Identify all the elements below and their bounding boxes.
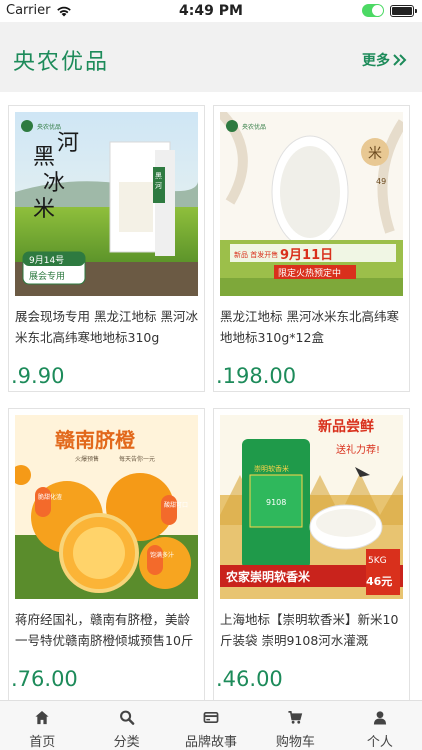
status-time: 4:49 PM (179, 3, 243, 19)
svg-text:脆甜化渣: 脆甜化渣 (38, 493, 62, 501)
product-price: .76.00 (11, 667, 78, 691)
svg-text:崇明软香米: 崇明软香米 (254, 464, 289, 473)
svg-text:49: 49 (376, 177, 386, 186)
card-icon (203, 711, 219, 724)
tab-home[interactable]: 首页 (0, 701, 84, 750)
svg-text:河: 河 (57, 131, 79, 156)
svg-text:冰: 冰 (43, 171, 65, 196)
svg-text:赣南脐橙: 赣南脐橙 (55, 428, 136, 452)
more-label: 更多 (362, 53, 390, 69)
svg-text:火爆预售: 火爆预售 (75, 455, 99, 463)
status-bar: Carrier 4:49 PM (0, 0, 422, 22)
tab-label: 首页 (29, 735, 56, 750)
svg-text:黑: 黑 (155, 172, 162, 180)
product-image-rice-bag: 新品尝鲜 送礼力荐! 崇明软香米 9108 农家崇明软香米 5KG 46元 (220, 415, 403, 599)
tab-brand-story[interactable]: 品牌故事 (169, 701, 253, 750)
tab-label: 购物车 (275, 735, 315, 750)
svg-text:每天告你一元: 每天告你一元 (119, 455, 155, 463)
product-image: 新品尝鲜 送礼力荐! 崇明软香米 9108 农家崇明软香米 5KG 46元 (220, 415, 403, 599)
svg-text:9108: 9108 (266, 498, 286, 507)
product-name: 上海地标【崇明软香米】新米10斤装袋 崇明9108河水灌溉 (220, 612, 399, 648)
product-price: .9.90 (11, 364, 65, 388)
svg-text:送礼力荐!: 送礼力荐! (336, 443, 380, 456)
svg-text:46元: 46元 (366, 575, 392, 588)
search-icon (119, 710, 134, 725)
svg-text:央农优品: 央农优品 (242, 123, 266, 131)
product-image-oranges: 赣南脐橙 火爆预售 每天告你一元 脆甜化渣 酸甜可口 饱满多汁 (15, 415, 198, 599)
product-price: .198.00 (216, 364, 297, 388)
tab-label: 个人 (366, 735, 393, 750)
tab-cart[interactable]: 购物车 (253, 701, 337, 750)
product-price: .46.00 (216, 667, 283, 691)
more-link[interactable]: 更多 (362, 50, 408, 70)
product-image-rice-bowl: 米 49 央农优品 新品 首发开售 9月11日 限定火热预定中 (220, 112, 403, 296)
svg-text:农家崇明软香米: 农家崇明软香米 (225, 569, 311, 584)
status-right (362, 4, 417, 17)
svg-text:新品尝鲜: 新品尝鲜 (318, 418, 374, 435)
product-image: 米 49 央农优品 新品 首发开售 9月11日 限定火热预定中 (220, 112, 403, 296)
svg-text:展会专用: 展会专用 (29, 270, 65, 282)
product-name: 展会现场专用 黑龙江地标 黑河冰米东北高纬寒地地标310g (15, 309, 198, 345)
svg-text:饱满多汁: 饱满多汁 (150, 551, 174, 559)
svg-text:9月11日: 9月11日 (280, 248, 333, 263)
tab-profile[interactable]: 个人 (338, 701, 422, 750)
product-card[interactable]: 米 49 央农优品 新品 首发开售 9月11日 限定火热预定中 黑龙江地标 黑河… (213, 105, 410, 392)
svg-text:5KG: 5KG (368, 556, 387, 566)
product-card[interactable]: 新品尝鲜 送礼力荐! 崇明软香米 9108 农家崇明软香米 5KG 46元 上海… (213, 408, 410, 700)
svg-text:米: 米 (368, 146, 382, 162)
user-icon (373, 711, 386, 725)
tab-label: 品牌故事 (185, 735, 238, 750)
tab-category[interactable]: 分类 (84, 701, 168, 750)
product-name: 黑龙江地标 黑河冰米东北高纬寒地地标310g*12盒 (220, 309, 399, 345)
svg-text:新品 首发开售: 新品 首发开售 (234, 250, 278, 259)
product-image: 赣南脐橙 火爆预售 每天告你一元 脆甜化渣 酸甜可口 饱满多汁 (15, 415, 198, 599)
svg-text:米: 米 (33, 197, 55, 222)
battery-icon (390, 4, 417, 17)
product-name: 蒋府经国礼，赣南有脐橙，美龄一号特优赣南脐橙倾城预售10斤装 (15, 612, 194, 648)
product-card[interactable]: 赣南脐橙 火爆预售 每天告你一元 脆甜化渣 酸甜可口 饱满多汁 蒋府经国礼，赣南… (8, 408, 205, 700)
section-header: 央农优品 更多 (0, 22, 422, 92)
svg-text:限定火热预定中: 限定火热预定中 (278, 267, 341, 279)
svg-text:9月14号: 9月14号 (29, 255, 64, 266)
svg-text:黑: 黑 (33, 145, 55, 170)
product-image-rice-field: 央农优品 黑 河 冰 米 黑 河 9月14号 展会专用 (15, 112, 198, 296)
double-chevron-right-icon (393, 54, 407, 66)
svg-text:酸甜可口: 酸甜可口 (164, 501, 188, 509)
home-icon (35, 710, 49, 725)
product-image: 央农优品 黑 河 冰 米 黑 河 9月14号 展会专用 (15, 112, 198, 296)
product-card[interactable]: 央农优品 黑 河 冰 米 黑 河 9月14号 展会专用 展会现场专用 黑龙江地标… (8, 105, 205, 392)
brand-mark: 央农优品 (37, 123, 61, 131)
toggle-icon (362, 4, 384, 17)
tab-label: 分类 (113, 735, 140, 750)
svg-text:河: 河 (155, 182, 162, 190)
product-grid: 央农优品 黑 河 冰 米 黑 河 9月14号 展会专用 展会现场专用 黑龙江地标… (0, 92, 422, 700)
cart-icon (288, 711, 303, 724)
tab-bar: 首页 分类 品牌故事 购物车 个人 (0, 700, 422, 750)
section-title: 央农优品 (13, 50, 110, 75)
